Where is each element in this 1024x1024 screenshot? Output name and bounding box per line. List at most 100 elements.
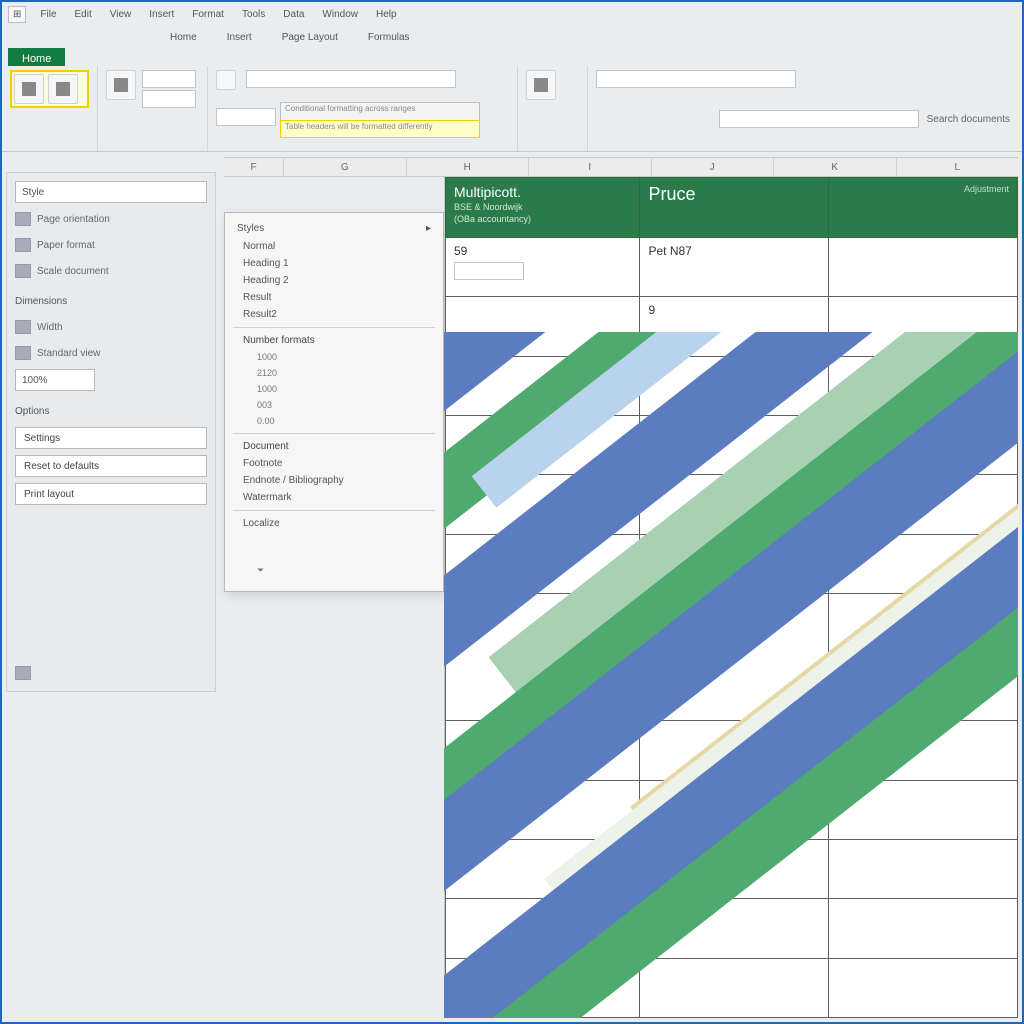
table-cell[interactable] xyxy=(640,475,829,534)
table-cell[interactable] xyxy=(446,958,640,1017)
menu-window[interactable]: Window xyxy=(318,7,362,22)
tab-home[interactable]: Home xyxy=(164,30,203,45)
ribbon-small-field-2[interactable] xyxy=(142,90,196,108)
table-cell[interactable] xyxy=(829,839,1018,898)
table-cell[interactable] xyxy=(829,297,1018,356)
table-cell[interactable] xyxy=(446,780,640,839)
table-cell[interactable] xyxy=(446,534,640,593)
side-panel-input-zoom[interactable]: 100% xyxy=(15,369,95,391)
ribbon-button-small-1[interactable] xyxy=(216,70,236,90)
ribbon-formula-field[interactable] xyxy=(246,70,456,88)
dropdown-item[interactable]: Normal xyxy=(225,238,443,255)
side-panel-button-print[interactable]: Print layout xyxy=(15,483,207,505)
table-cell[interactable] xyxy=(640,356,829,415)
menu-format[interactable]: Format xyxy=(188,7,228,22)
table-cell[interactable] xyxy=(829,238,1018,297)
table-cell[interactable] xyxy=(446,721,640,780)
table-cell[interactable] xyxy=(640,416,829,475)
dropdown-separator xyxy=(233,327,435,328)
dropdown-item[interactable]: Result2 xyxy=(225,306,443,323)
menu-help[interactable]: Help xyxy=(372,7,401,22)
table-header-cell[interactable]: Pruce xyxy=(640,178,829,238)
table-cell[interactable] xyxy=(446,356,640,415)
col-header[interactable]: H xyxy=(407,158,530,176)
table-cell[interactable] xyxy=(446,416,640,475)
cell-inline-input[interactable] xyxy=(454,262,524,280)
table-cell[interactable] xyxy=(829,958,1018,1017)
side-panel-row[interactable]: Scale document xyxy=(15,261,207,281)
dropdown-item[interactable]: 003 xyxy=(225,397,443,413)
table-cell[interactable] xyxy=(829,534,1018,593)
ribbon-long-field[interactable] xyxy=(596,70,796,88)
dropdown-item[interactable]: Heading 2 xyxy=(225,272,443,289)
table-cell[interactable] xyxy=(829,475,1018,534)
dropdown-item[interactable]: 1000 xyxy=(225,349,443,365)
table-cell[interactable] xyxy=(446,899,640,958)
table-header-cell[interactable]: Adjustment xyxy=(829,178,1018,238)
table-cell[interactable] xyxy=(446,594,640,721)
menu-tools[interactable]: Tools xyxy=(238,7,269,22)
table-cell[interactable] xyxy=(640,721,829,780)
side-panel-row[interactable]: Width xyxy=(15,317,207,337)
side-panel-row[interactable]: Paper format xyxy=(15,235,207,255)
menu-edit[interactable]: Edit xyxy=(71,7,96,22)
tab-pagelayout[interactable]: Page Layout xyxy=(276,30,344,45)
info-icon xyxy=(15,666,31,680)
dropdown-item[interactable]: Footnote xyxy=(225,455,443,472)
table-cell[interactable] xyxy=(640,594,829,721)
system-menu-icon[interactable]: ⊞ xyxy=(8,6,26,23)
table-cell[interactable] xyxy=(829,780,1018,839)
dropdown-item[interactable]: 1000 xyxy=(225,381,443,397)
dropdown-item[interactable]: Endnote / Bibliography xyxy=(225,472,443,489)
dropdown-item[interactable]: Watermark xyxy=(225,489,443,506)
ribbon-small-input[interactable] xyxy=(216,108,276,126)
table-cell[interactable] xyxy=(829,594,1018,721)
menu-insert[interactable]: Insert xyxy=(145,7,178,22)
tab-insert[interactable]: Insert xyxy=(221,30,258,45)
ribbon-button-1[interactable] xyxy=(106,70,136,100)
ribbon-button-zoom[interactable] xyxy=(526,70,556,100)
table-cell[interactable] xyxy=(829,356,1018,415)
table-cell[interactable] xyxy=(829,899,1018,958)
table-cell[interactable] xyxy=(446,839,640,898)
table-cell[interactable] xyxy=(446,475,640,534)
col-header[interactable]: L xyxy=(897,158,1019,176)
side-panel-row[interactable]: Standard view xyxy=(15,343,207,363)
view-icon xyxy=(15,346,31,360)
ribbon-small-field-1[interactable] xyxy=(142,70,196,88)
table-cell[interactable]: 9 xyxy=(640,297,829,356)
ribbon-button-page-view[interactable] xyxy=(48,74,78,104)
dropdown-item[interactable]: Result xyxy=(225,289,443,306)
table-header-cell[interactable]: Multipicott. BSE & Noordwijk (OBa accoun… xyxy=(446,178,640,238)
side-panel-button-settings[interactable]: Settings xyxy=(15,427,207,449)
tab-formulas[interactable]: Formulas xyxy=(362,30,416,45)
spreadsheet-grid[interactable]: Multipicott. BSE & Noordwijk (OBa accoun… xyxy=(444,177,1018,1018)
ribbon-button-normal-view[interactable] xyxy=(14,74,44,104)
col-header[interactable]: G xyxy=(284,158,407,176)
dropdown-item[interactable]: Localize xyxy=(225,515,443,532)
table-cell[interactable] xyxy=(640,780,829,839)
menu-file[interactable]: File xyxy=(36,7,60,22)
table-cell[interactable] xyxy=(829,416,1018,475)
col-header[interactable]: F xyxy=(224,158,284,176)
dropdown-item[interactable]: 0.00 xyxy=(225,413,443,429)
dropdown-item[interactable]: 2120 xyxy=(225,365,443,381)
table-cell[interactable]: 59 xyxy=(446,238,640,297)
menu-data[interactable]: Data xyxy=(279,7,308,22)
col-header[interactable]: J xyxy=(652,158,775,176)
side-panel-row[interactable]: Page orientation xyxy=(15,209,207,229)
table-cell[interactable] xyxy=(640,839,829,898)
dropdown-item[interactable]: Heading 1 xyxy=(225,255,443,272)
menu-view[interactable]: View xyxy=(106,7,136,22)
table-cell[interactable] xyxy=(640,899,829,958)
table-cell[interactable] xyxy=(640,958,829,1017)
col-header[interactable]: I xyxy=(529,158,652,176)
col-header[interactable]: K xyxy=(774,158,897,176)
table-cell[interactable] xyxy=(640,534,829,593)
side-panel-field-style[interactable]: Style xyxy=(15,181,207,203)
table-cell[interactable] xyxy=(829,721,1018,780)
search-input[interactable] xyxy=(719,110,919,128)
side-panel-button-reset[interactable]: Reset to defaults xyxy=(15,455,207,477)
table-cell[interactable]: Pet N87 xyxy=(640,238,829,297)
table-cell[interactable] xyxy=(446,297,640,356)
